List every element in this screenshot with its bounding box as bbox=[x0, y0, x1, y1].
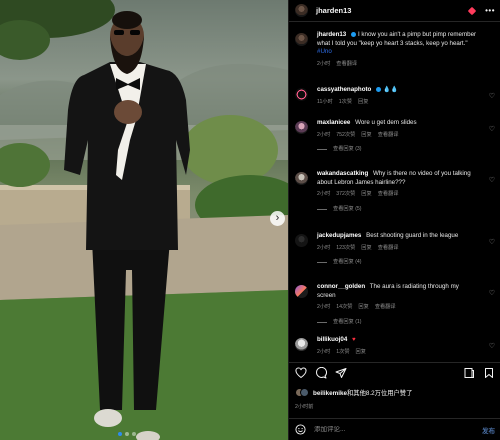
comment-input[interactable] bbox=[314, 426, 482, 433]
comment-likes[interactable]: 14次赞 bbox=[336, 303, 352, 312]
commenter-avatar[interactable] bbox=[295, 285, 308, 298]
caption-username[interactable]: jharden13 bbox=[317, 31, 346, 38]
instagram-post-viewer: › jharden13 ••• jharden13 I know you ain… bbox=[0, 0, 500, 440]
translate-button[interactable]: 查看翻译 bbox=[378, 244, 399, 253]
comment-text: Best shooting guard in the league bbox=[366, 232, 459, 239]
liker-username[interactable]: beilikemike bbox=[313, 390, 347, 397]
post-header: jharden13 ••• bbox=[289, 0, 500, 22]
view-replies[interactable]: 查看回复 (3) bbox=[317, 145, 479, 154]
comment-time: 2小时 bbox=[317, 191, 331, 198]
photo-illustration bbox=[0, 0, 288, 440]
post-photo: › bbox=[0, 0, 288, 440]
reply-button[interactable]: 回复 bbox=[361, 131, 371, 140]
reply-button[interactable]: 回复 bbox=[356, 348, 366, 357]
more-options-icon[interactable]: ••• bbox=[485, 6, 495, 15]
comment-likes[interactable]: 752次赞 bbox=[336, 131, 355, 140]
next-image-button[interactable]: › bbox=[270, 211, 285, 226]
caption-hashtag[interactable]: #Uno bbox=[317, 48, 332, 55]
droplets-emoji: 💧💧 bbox=[383, 87, 399, 93]
translate-button[interactable]: 查看翻译 bbox=[378, 131, 399, 140]
comment-username[interactable]: connor__golden bbox=[317, 283, 365, 290]
comment-list[interactable]: jharden13 I know you ain't a pimp but pi… bbox=[289, 27, 500, 362]
like-comment-icon[interactable]: ♡ bbox=[489, 125, 495, 133]
comment-likes[interactable]: 372次赞 bbox=[336, 190, 355, 199]
view-replies[interactable]: 查看回复 (4) bbox=[317, 258, 479, 267]
ig-badge-icon bbox=[467, 6, 477, 15]
share-icon[interactable] bbox=[335, 367, 347, 379]
commenter-avatar[interactable] bbox=[295, 121, 308, 134]
comment-time: 11小时 bbox=[317, 98, 333, 105]
post-comment-button[interactable]: 发布 bbox=[482, 425, 495, 435]
comment-username[interactable]: cassyathenaphoto bbox=[317, 86, 371, 93]
like-comment-icon[interactable]: ♡ bbox=[489, 176, 495, 184]
verified-icon bbox=[351, 31, 357, 37]
like-comment-icon[interactable]: ♡ bbox=[489, 92, 495, 100]
comment-icon[interactable] bbox=[315, 366, 327, 379]
view-replies[interactable]: 查看回复 (1) bbox=[317, 318, 479, 327]
verified-icon bbox=[376, 86, 382, 92]
post-timestamp: 2小时前 bbox=[295, 404, 314, 410]
reply-button[interactable]: 回复 bbox=[361, 244, 371, 253]
like-icon[interactable] bbox=[295, 366, 307, 379]
comment-username[interactable]: wakandascatking bbox=[317, 170, 368, 177]
like-comment-icon[interactable]: ♡ bbox=[489, 238, 495, 246]
caption-time: 2小时 bbox=[317, 60, 331, 67]
comment-text: Wore u get dem slides bbox=[355, 119, 417, 126]
view-replies[interactable]: 查看回复 (5) bbox=[317, 205, 479, 214]
reply-button[interactable]: 回复 bbox=[358, 98, 368, 107]
comment-likes[interactable]: 1次赞 bbox=[339, 98, 352, 107]
translate-button[interactable]: 查看翻译 bbox=[378, 190, 399, 199]
likes-summary[interactable]: beilikemike和其他8.2万位用户赞了 bbox=[295, 388, 412, 397]
comment-time: 2小时 bbox=[317, 131, 331, 138]
commenter-avatar[interactable] bbox=[295, 172, 308, 185]
post-sidebar: jharden13 ••• jharden13 I know you ain't… bbox=[288, 0, 500, 440]
commenter-avatar[interactable] bbox=[295, 88, 308, 101]
comment-username[interactable]: jackedupjames bbox=[317, 232, 361, 239]
like-comment-icon[interactable]: ♡ bbox=[489, 342, 495, 350]
comment-likes[interactable]: 1次赞 bbox=[336, 348, 349, 357]
author-avatar[interactable] bbox=[295, 4, 308, 17]
translate-button[interactable]: 查看翻译 bbox=[375, 303, 396, 312]
author-username[interactable]: jharden13 bbox=[316, 6, 351, 15]
likes-count-text: 和其他8.2万位用户赞了 bbox=[346, 390, 413, 397]
commenter-avatar[interactable] bbox=[295, 234, 308, 247]
action-bar bbox=[289, 362, 500, 382]
commenter-avatar[interactable] bbox=[295, 338, 308, 351]
carousel-dots bbox=[118, 432, 136, 436]
liker-avatar bbox=[300, 388, 309, 397]
author-avatar-small[interactable] bbox=[295, 33, 308, 46]
caption-translate[interactable]: 查看翻译 bbox=[336, 60, 357, 69]
red-heart-emoji: ♥ bbox=[352, 337, 356, 343]
comment-likes[interactable]: 123次赞 bbox=[336, 244, 355, 253]
reply-button[interactable]: 回复 bbox=[358, 303, 368, 312]
like-comment-icon[interactable]: ♡ bbox=[489, 289, 495, 297]
comment-time: 2小时 bbox=[317, 348, 331, 355]
emoji-icon[interactable] bbox=[295, 424, 306, 435]
reply-button[interactable]: 回复 bbox=[361, 190, 371, 199]
repost-icon[interactable] bbox=[463, 367, 475, 379]
add-comment-bar: 发布 bbox=[289, 418, 500, 440]
comment-username[interactable]: maxlanicee bbox=[317, 119, 350, 126]
comment-time: 2小时 bbox=[317, 304, 331, 311]
comment-username[interactable]: billikuoj04 bbox=[317, 336, 347, 343]
comment-time: 2小时 bbox=[317, 244, 331, 251]
save-icon[interactable] bbox=[483, 367, 495, 379]
